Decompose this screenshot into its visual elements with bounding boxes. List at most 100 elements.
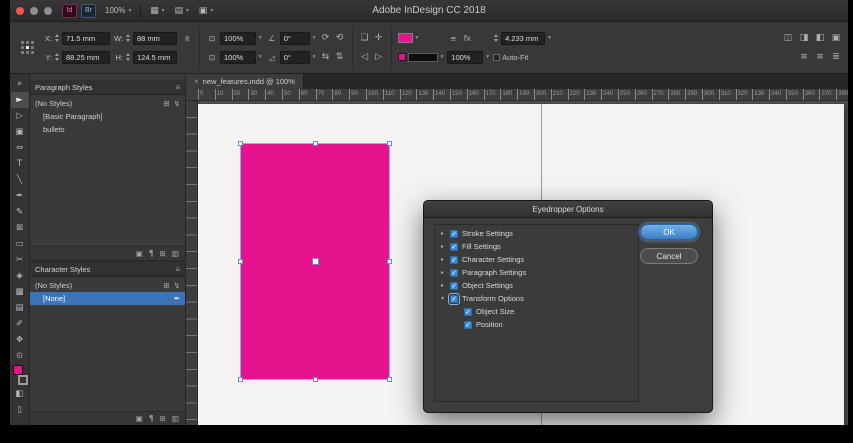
panel-options-icon[interactable]: ≡ [447, 32, 459, 45]
style-row[interactable]: (No Styles) ⊞ ↯ [30, 97, 185, 110]
checkbox[interactable] [450, 229, 458, 238]
selection-handle[interactable] [238, 141, 243, 146]
panel-menu-icon[interactable]: ≡ [175, 265, 180, 274]
object-styles-icon[interactable]: ≣ [830, 51, 842, 64]
bridge-icon[interactable]: Br [81, 3, 96, 18]
frame-fitting-icon[interactable]: ▣ [830, 32, 842, 45]
reference-point-proxy[interactable] [21, 41, 34, 54]
corner-options-icon[interactable]: ◧ [814, 32, 826, 45]
select-content-icon[interactable]: ✛ [373, 32, 385, 45]
y-stepper[interactable] [55, 53, 59, 61]
checkbox[interactable] [450, 255, 458, 264]
screen-mode-icon[interactable]: ▯ [11, 402, 29, 418]
dialog-option-row[interactable]: ▸ Fill Settings [435, 240, 638, 253]
checkbox[interactable] [464, 307, 472, 316]
dialog-option-row[interactable]: ▸ Object Settings [435, 279, 638, 292]
rotation-field[interactable]: 0° [279, 31, 310, 45]
zoom-level-dropdown[interactable]: 100% ▾ [105, 6, 131, 15]
selection-handle[interactable] [312, 141, 318, 146]
select-previous-icon[interactable]: ◁ [359, 51, 371, 64]
style-row[interactable]: bullets [30, 123, 185, 136]
create-style-icon[interactable]: ⊞ [160, 250, 166, 258]
disclosure-collapsed-icon[interactable]: ▸ [439, 230, 446, 237]
screen-mode-control[interactable]: ▤ ▾ [175, 6, 189, 16]
disclosure-collapsed-icon[interactable]: ▸ [439, 269, 446, 276]
width-field[interactable]: 88 mm [133, 31, 177, 45]
style-override-icon[interactable]: ↯ [174, 100, 180, 108]
constrain-proportions-icon[interactable]: ∞ [181, 32, 194, 44]
height-field[interactable]: 124.5 mm [133, 50, 177, 64]
gap-tool-icon[interactable]: ⇔ [11, 140, 29, 156]
disclosure-collapsed-icon[interactable]: ▸ [439, 282, 446, 289]
center-point-handle[interactable] [311, 258, 319, 265]
delete-style-icon[interactable]: ▥ [172, 415, 179, 423]
chevron-down-icon[interactable]: ▾ [259, 54, 262, 60]
style-group-icon[interactable]: ▣ [136, 250, 143, 258]
line-tool-icon[interactable]: ╲ [11, 172, 29, 188]
chevron-down-icon[interactable]: ▾ [441, 54, 444, 60]
h-stepper[interactable] [126, 53, 130, 61]
minimize-window-icon[interactable] [30, 6, 38, 15]
checkbox[interactable] [450, 268, 458, 277]
style-override-icon[interactable]: ↯ [174, 282, 180, 290]
delete-style-icon[interactable]: ▥ [172, 250, 179, 258]
x-field[interactable]: 71.5 mm [62, 31, 110, 45]
type-tool-icon[interactable]: T [11, 156, 29, 172]
hand-tool-icon[interactable]: ✥ [11, 332, 29, 348]
new-style-shortcut-icon[interactable]: ⊞ [163, 100, 169, 108]
chevron-down-icon[interactable]: ▾ [548, 35, 551, 41]
select-next-icon[interactable]: ▷ [373, 51, 385, 64]
close-tab-icon[interactable]: × [194, 77, 199, 86]
apply-color-icon[interactable]: ◧ [11, 386, 29, 402]
x-stepper[interactable] [55, 34, 59, 42]
effects-icon[interactable]: fx [461, 32, 473, 45]
checkbox[interactable] [448, 292, 460, 305]
disclosure-collapsed-icon[interactable]: ▸ [439, 256, 446, 263]
dialog-option-row[interactable]: ▸ Paragraph Settings [435, 266, 638, 279]
stroke-swatch[interactable] [17, 375, 28, 385]
scale-x-field[interactable]: 100% [220, 31, 256, 45]
pen-tool-icon[interactable]: ✒ [11, 188, 29, 204]
pencil-tool-icon[interactable]: ✎ [11, 204, 29, 220]
selected-rectangle[interactable] [238, 141, 392, 382]
dialog-option-row[interactable]: ▾ Transform Options [435, 292, 638, 305]
rectangle-tool-icon[interactable]: ▭ [11, 236, 29, 252]
rotate-cw-icon[interactable]: ⟳ [320, 32, 332, 45]
autofit-checkbox[interactable] [493, 53, 501, 61]
scale-y-field[interactable]: 100% [220, 50, 256, 64]
zoom-window-icon[interactable] [44, 6, 52, 15]
stroke-fill-proxy[interactable] [397, 53, 406, 61]
direct-selection-tool-icon[interactable]: ▷ [11, 108, 29, 124]
selection-handle[interactable] [387, 259, 392, 264]
paragraph-styles-header[interactable]: Paragraph Styles ≡ [30, 80, 185, 95]
style-row[interactable]: [Basic Paragraph] [30, 110, 185, 123]
rotate-ccw-icon[interactable]: ⟲ [334, 32, 346, 45]
stroke-weight-stepper[interactable] [494, 34, 499, 42]
zoom-tool-icon[interactable]: ⊙ [11, 348, 29, 364]
flip-horizontal-icon[interactable]: ⇆ [320, 51, 332, 64]
style-row[interactable]: [None] ✒ [30, 292, 185, 305]
rectangle-frame-tool-icon[interactable]: ⊠ [11, 220, 29, 236]
w-stepper[interactable] [126, 34, 130, 42]
character-styles-header[interactable]: Character Styles ≡ [30, 262, 185, 277]
disclosure-expanded-icon[interactable]: ▾ [439, 295, 446, 302]
checkbox[interactable] [464, 320, 472, 329]
style-group-icon[interactable]: ▣ [136, 415, 143, 423]
note-tool-icon[interactable]: ▤ [11, 300, 29, 316]
dialog-option-row[interactable]: ▸ Stroke Settings [435, 227, 638, 240]
style-eyedropper-icon[interactable]: ✒ [174, 295, 180, 303]
text-wrap-none-icon[interactable]: ◫ [782, 32, 794, 45]
scissors-tool-icon[interactable]: ✂ [11, 252, 29, 268]
close-window-icon[interactable] [16, 6, 24, 15]
fill-swatch[interactable] [12, 365, 23, 375]
distribute-icon[interactable]: ≡ [814, 51, 826, 64]
chevron-down-icon[interactable]: ▾ [416, 35, 419, 41]
gradient-tool-icon[interactable]: ▩ [11, 284, 29, 300]
arrange-documents-control[interactable]: ▣ ▾ [199, 6, 213, 16]
dialog-option-row[interactable]: ▸ Character Settings [435, 253, 638, 266]
eyedropper-tool-icon[interactable]: ✐ [11, 316, 29, 332]
page-tool-icon[interactable]: ▣ [11, 124, 29, 140]
selection-handle[interactable] [238, 259, 243, 264]
checkbox[interactable] [450, 281, 458, 290]
clear-overrides-icon[interactable]: ¶ [149, 415, 154, 423]
